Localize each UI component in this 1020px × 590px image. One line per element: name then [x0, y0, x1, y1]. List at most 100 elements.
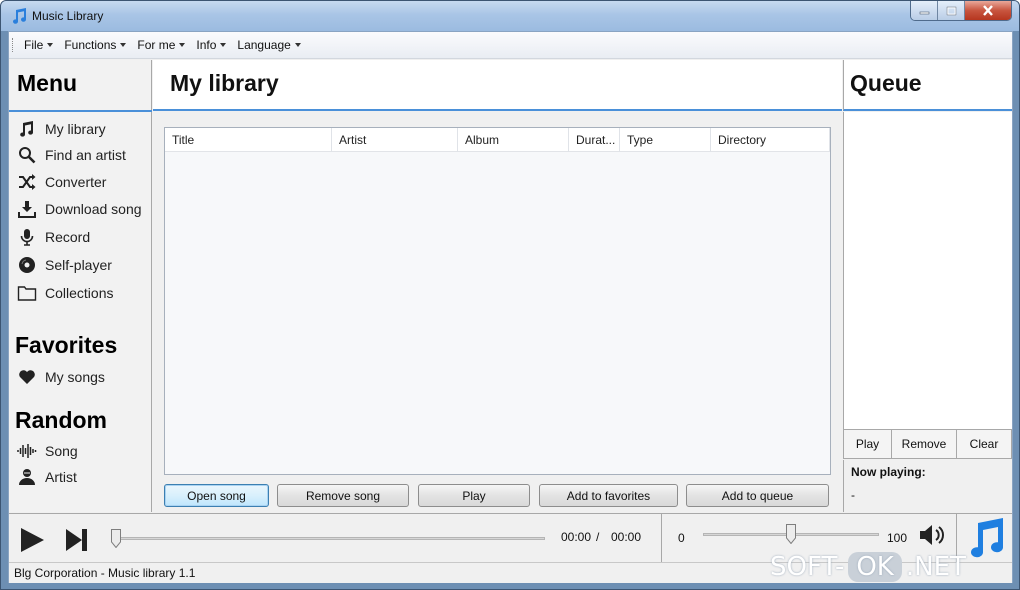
- sound-wave-icon: [17, 441, 37, 461]
- menu-file-label: File: [24, 38, 44, 52]
- remove-song-button[interactable]: Remove song: [277, 484, 409, 507]
- add-to-queue-button[interactable]: Add to queue: [686, 484, 829, 507]
- skip-next-icon[interactable]: [65, 527, 89, 553]
- menu-bar: File Functions For me Info Language: [9, 32, 1012, 59]
- library-panel: Title Artist Album Durat... Type Directo…: [153, 112, 842, 512]
- queue-play-button[interactable]: Play: [844, 430, 892, 459]
- artist-person-icon: [17, 467, 37, 487]
- close-button[interactable]: [965, 1, 1011, 20]
- client-area: File Functions For me Info Language Menu…: [8, 31, 1013, 583]
- menu-info-label: Info: [196, 38, 217, 52]
- seek-slider-thumb[interactable]: [111, 529, 121, 548]
- now-playing-value: -: [851, 488, 855, 502]
- column-type[interactable]: Type: [620, 128, 711, 152]
- maximize-icon: [946, 6, 956, 15]
- favorites-heading: Favorites: [15, 332, 118, 358]
- nav-my-songs-label: My songs: [45, 369, 105, 385]
- now-playing-panel: Now playing: -: [843, 460, 1012, 512]
- current-time: 00:00: [561, 530, 592, 544]
- watermark-mid: OK: [848, 552, 902, 582]
- download-icon: [17, 199, 37, 219]
- nav-download-song[interactable]: Download song: [17, 198, 142, 220]
- play-button[interactable]: Play: [418, 484, 530, 507]
- column-title[interactable]: Title: [165, 128, 332, 152]
- column-directory[interactable]: Directory: [711, 128, 830, 152]
- nav-my-songs[interactable]: My songs: [17, 366, 105, 388]
- caret-down-icon: [179, 43, 186, 47]
- nav-find-an-artist-label: Find an artist: [45, 147, 126, 163]
- nav-download-song-label: Download song: [45, 201, 142, 217]
- nav-converter[interactable]: Converter: [17, 171, 106, 193]
- search-icon: [17, 145, 37, 165]
- column-artist[interactable]: Artist: [332, 128, 458, 152]
- menu-for-me[interactable]: For me: [137, 38, 186, 52]
- now-playing-label: Now playing:: [851, 465, 926, 479]
- queue-clear-button[interactable]: Clear: [957, 430, 1012, 459]
- nav-my-library[interactable]: My library: [17, 118, 106, 140]
- open-song-button[interactable]: Open song: [164, 484, 269, 507]
- queue-remove-button[interactable]: Remove: [892, 430, 957, 459]
- menu-file[interactable]: File: [24, 38, 54, 52]
- column-album[interactable]: Album: [458, 128, 569, 152]
- menu-panel: Menu My library Find an artist Converter…: [9, 60, 152, 512]
- music-note-icon: [13, 8, 27, 24]
- menu-grip: [12, 38, 14, 52]
- speaker-volume-icon[interactable]: [919, 523, 949, 547]
- title-bar[interactable]: Music Library: [1, 1, 1019, 31]
- library-list[interactable]: Title Artist Album Durat... Type Directo…: [164, 127, 831, 475]
- nav-converter-label: Converter: [45, 174, 107, 190]
- nav-collections-label: Collections: [45, 285, 114, 301]
- caret-down-icon: [220, 43, 227, 47]
- nav-self-player[interactable]: Self-player: [17, 254, 112, 276]
- player-divider: [661, 514, 662, 562]
- app-window: Music Library File Functions For me Info…: [0, 0, 1020, 590]
- library-list-header: Title Artist Album Durat... Type Directo…: [165, 128, 830, 152]
- nav-my-library-label: My library: [45, 121, 106, 137]
- watermark-left: SOFT-: [770, 552, 845, 582]
- nav-record-label: Record: [45, 229, 91, 245]
- status-text: Blg Corporation - Music library 1.1: [14, 566, 196, 580]
- queue-list[interactable]: [843, 112, 1012, 429]
- nav-random-artist[interactable]: Artist: [17, 466, 77, 488]
- menu-for-me-label: For me: [137, 38, 176, 52]
- nav-find-an-artist[interactable]: Find an artist: [17, 144, 126, 166]
- nav-random-artist-label: Artist: [45, 469, 77, 485]
- menu-items: File Functions For me Info Language: [24, 38, 312, 52]
- music-note-icon: [971, 518, 1004, 558]
- nav-self-player-label: Self-player: [45, 257, 112, 273]
- caret-down-icon: [294, 43, 301, 47]
- play-icon[interactable]: [19, 527, 45, 553]
- seek-bar[interactable]: [115, 537, 545, 540]
- add-to-favorites-button[interactable]: Add to favorites: [539, 484, 678, 507]
- microphone-icon: [17, 227, 37, 247]
- column-duration[interactable]: Durat...: [569, 128, 620, 152]
- close-icon: [983, 5, 993, 16]
- menu-functions[interactable]: Functions: [64, 38, 127, 52]
- menu-heading-underline: [9, 110, 152, 112]
- music-note-icon: [17, 119, 37, 139]
- caret-down-icon: [47, 43, 54, 47]
- nav-random-song-label: Song: [45, 443, 78, 459]
- queue-button-row: Play Remove Clear: [843, 429, 1012, 459]
- maximize-button[interactable]: [938, 1, 965, 20]
- vinyl-disc-icon: [17, 255, 37, 275]
- caret-down-icon: [120, 43, 127, 47]
- minimize-button[interactable]: [911, 1, 938, 20]
- menu-info[interactable]: Info: [196, 38, 227, 52]
- menu-language[interactable]: Language: [237, 38, 301, 52]
- nav-random-song[interactable]: Song: [17, 440, 78, 462]
- window-controls: [910, 1, 1012, 21]
- volume-max-label: 100: [887, 531, 908, 545]
- library-title: My library: [170, 70, 279, 96]
- queue-header: Queue: [843, 60, 1012, 111]
- minimize-icon: [919, 11, 929, 14]
- total-time: 00:00: [611, 530, 642, 544]
- volume-slider-thumb[interactable]: [786, 524, 796, 544]
- watermark-right: .NET: [905, 552, 966, 582]
- queue-title: Queue: [850, 70, 922, 96]
- time-separator: /: [596, 530, 600, 544]
- nav-record[interactable]: Record: [17, 226, 90, 248]
- window-title: Music Library: [32, 9, 104, 23]
- menu-language-label: Language: [237, 38, 291, 52]
- nav-collections[interactable]: Collections: [17, 282, 113, 304]
